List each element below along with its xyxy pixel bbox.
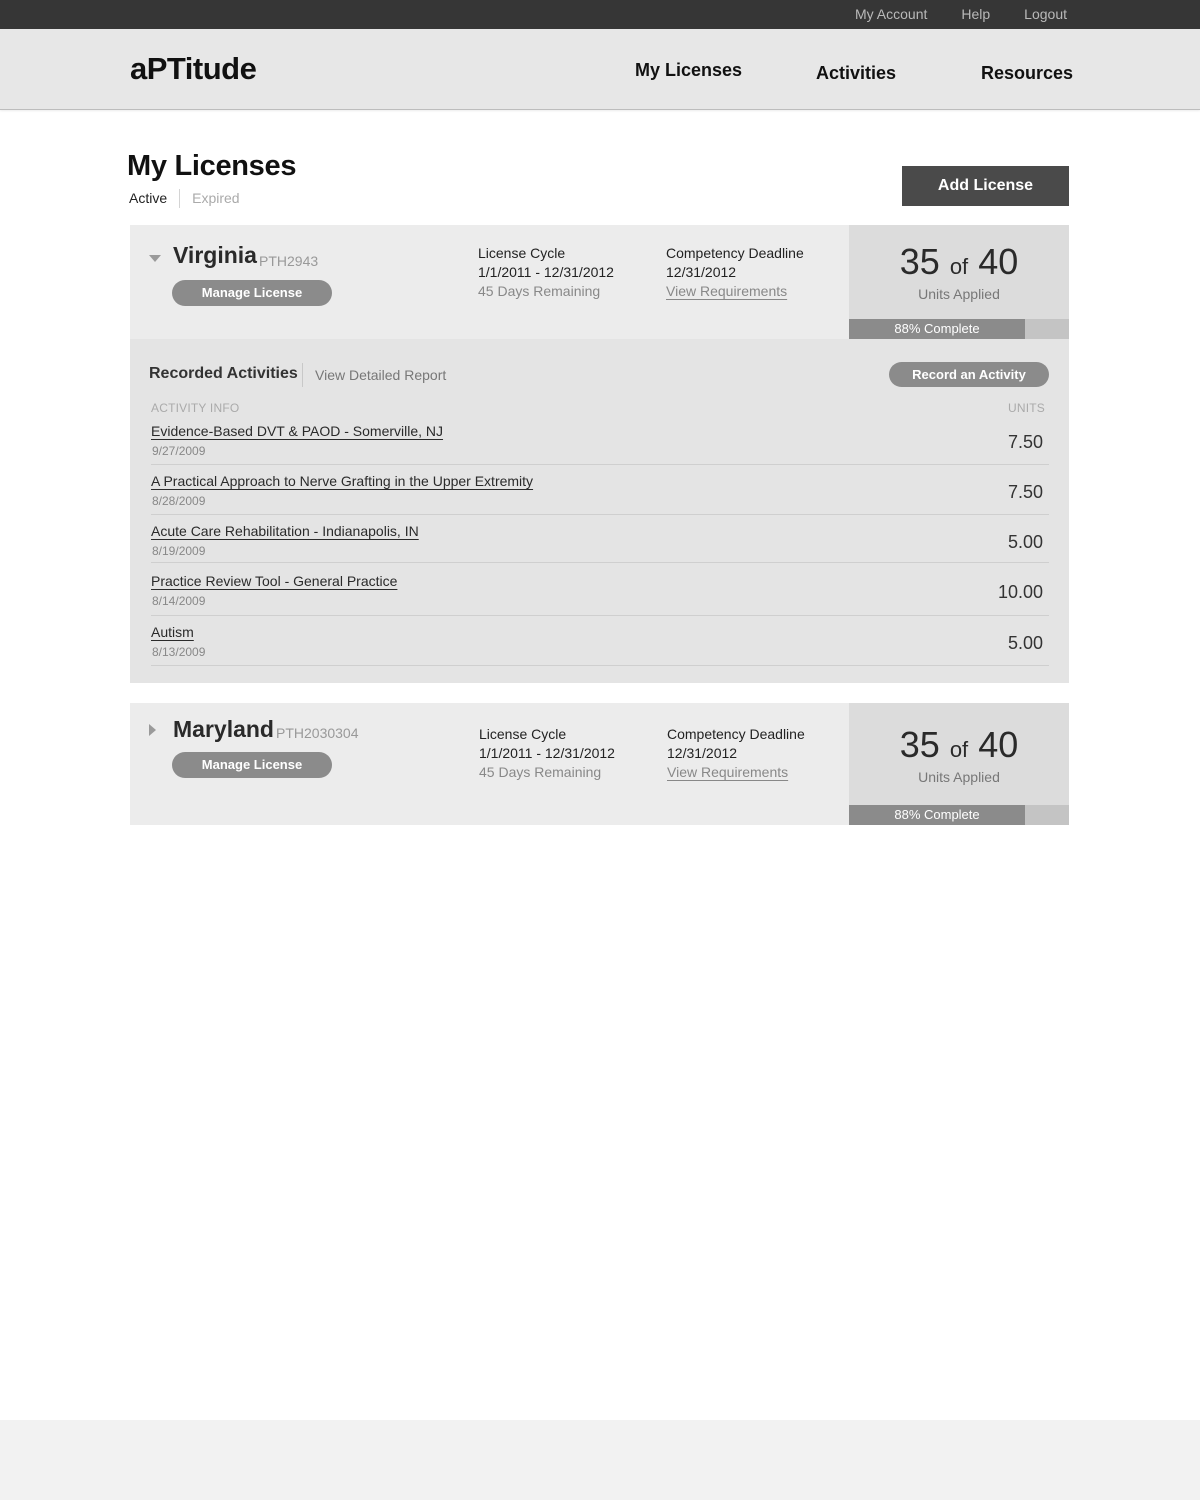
competency-deadline-info: Competency Deadline 12/31/2012 View Requ… bbox=[667, 725, 805, 782]
tab-expired[interactable]: Expired bbox=[192, 190, 239, 206]
manage-license-button[interactable]: Manage License bbox=[172, 752, 332, 778]
competency-deadline-date: 12/31/2012 bbox=[667, 745, 738, 761]
license-status-tabs: Active Expired bbox=[129, 188, 240, 208]
competency-deadline-date: 12/31/2012 bbox=[666, 264, 737, 280]
license-cycle-label: License Cycle bbox=[478, 245, 566, 261]
competency-deadline-label: Competency Deadline bbox=[666, 245, 804, 261]
units-applied-label: Units Applied bbox=[918, 769, 1000, 785]
collapse-toggle-icon[interactable] bbox=[149, 255, 161, 262]
units-applied-value: 35 bbox=[899, 724, 940, 765]
recorded-activities-title: Recorded Activities bbox=[149, 365, 298, 382]
activity-units: 5.00 bbox=[1007, 532, 1043, 552]
units-summary: 35 of 40 Units Applied 88% Complete bbox=[849, 225, 1069, 339]
activity-date: 8/13/2009 bbox=[152, 645, 206, 659]
progress-label: 88% Complete bbox=[894, 321, 980, 336]
activity-title-link[interactable]: Autism bbox=[151, 624, 194, 640]
help-link[interactable]: Help bbox=[961, 0, 990, 29]
activity-info-column-header: ACTIVITY INFO bbox=[151, 401, 240, 415]
activities-divider bbox=[302, 363, 303, 387]
competency-deadline-label: Competency Deadline bbox=[667, 726, 805, 742]
recorded-activities-panel: Recorded Activities View Detailed Report… bbox=[130, 339, 1069, 683]
tab-active[interactable]: Active bbox=[129, 190, 167, 206]
activity-row: Acute Care Rehabilitation - Indianapolis… bbox=[151, 515, 1049, 563]
activity-date: 8/14/2009 bbox=[152, 594, 206, 608]
page-title: My Licenses bbox=[127, 150, 297, 182]
view-requirements-link[interactable]: View Requirements bbox=[666, 282, 804, 301]
units-total-value: 40 bbox=[978, 724, 1019, 765]
utility-links: My Account Help Logout bbox=[821, 0, 1067, 29]
units-of-text: of bbox=[949, 737, 969, 762]
activity-units: 7.50 bbox=[1007, 482, 1043, 502]
view-requirements-link[interactable]: View Requirements bbox=[667, 763, 805, 782]
activity-date: 9/27/2009 bbox=[152, 444, 206, 458]
add-license-button[interactable]: Add License bbox=[902, 166, 1069, 206]
units-count: 35 of 40 bbox=[849, 241, 1069, 283]
tab-divider bbox=[179, 188, 181, 208]
brand-logo[interactable]: aPTitude bbox=[130, 51, 257, 87]
progress-label: 88% Complete bbox=[894, 807, 980, 822]
activity-row: Evidence-Based DVT & PAOD - Somerville, … bbox=[151, 415, 1049, 465]
license-cycle-label: License Cycle bbox=[479, 726, 567, 742]
license-state-name: Maryland bbox=[173, 716, 274, 742]
activity-date: 8/28/2009 bbox=[152, 494, 206, 508]
units-column-header: UNITS bbox=[1008, 401, 1045, 415]
license-card-virginia: Virginia PTH2943 Manage License License … bbox=[130, 225, 1069, 683]
activity-row: Practice Review Tool - General Practice … bbox=[151, 563, 1049, 616]
units-total-value: 40 bbox=[978, 241, 1019, 282]
license-cycle-info: License Cycle 1/1/2011 - 12/31/2012 45 D… bbox=[478, 244, 614, 301]
license-card-maryland: Maryland PTH2030304 Manage License Licen… bbox=[130, 703, 1069, 825]
license-number: PTH2030304 bbox=[276, 725, 359, 741]
activity-units: 10.00 bbox=[997, 582, 1043, 602]
units-count: 35 of 40 bbox=[849, 724, 1069, 766]
logout-link[interactable]: Logout bbox=[1024, 0, 1067, 29]
activity-title-link[interactable]: Practice Review Tool - General Practice bbox=[151, 573, 397, 589]
activity-units: 5.00 bbox=[1007, 633, 1043, 653]
utility-bar: My Account Help Logout bbox=[0, 0, 1200, 29]
units-applied-value: 35 bbox=[899, 241, 940, 282]
license-number: PTH2943 bbox=[259, 253, 319, 269]
activity-title-link[interactable]: Acute Care Rehabilitation - Indianapolis… bbox=[151, 523, 419, 539]
record-activity-button[interactable]: Record an Activity bbox=[889, 362, 1049, 387]
units-summary: 35 of 40 Units Applied 88% Complete bbox=[849, 703, 1069, 825]
view-detailed-report-link[interactable]: View Detailed Report bbox=[315, 367, 446, 383]
nav-resources[interactable]: Resources bbox=[981, 63, 1073, 84]
my-account-link[interactable]: My Account bbox=[855, 0, 927, 29]
activity-title-link[interactable]: Evidence-Based DVT & PAOD - Somerville, … bbox=[151, 423, 443, 439]
progress-bar: 88% Complete bbox=[849, 805, 1069, 825]
units-applied-label: Units Applied bbox=[918, 286, 1000, 302]
license-cycle-info: License Cycle 1/1/2011 - 12/31/2012 45 D… bbox=[479, 725, 615, 782]
license-cycle-dates: 1/1/2011 - 12/31/2012 bbox=[479, 745, 615, 761]
activity-row: A Practical Approach to Nerve Grafting i… bbox=[151, 465, 1049, 515]
license-cycle-dates: 1/1/2011 - 12/31/2012 bbox=[478, 264, 614, 280]
activity-units: 7.50 bbox=[1007, 432, 1043, 452]
days-remaining: 45 Days Remaining bbox=[479, 764, 602, 780]
license-summary: Maryland PTH2030304 Manage License Licen… bbox=[130, 703, 1069, 825]
nav-activities[interactable]: Activities bbox=[816, 63, 896, 84]
page-footer bbox=[0, 1420, 1200, 1500]
days-remaining: 45 Days Remaining bbox=[478, 283, 601, 299]
activity-row: Autism 8/13/2009 5.00 bbox=[151, 616, 1049, 666]
nav-my-licenses[interactable]: My Licenses bbox=[635, 60, 742, 81]
license-state-name: Virginia bbox=[173, 242, 257, 268]
main-header: aPTitude My Licenses Activities Resource… bbox=[0, 29, 1200, 110]
license-summary: Virginia PTH2943 Manage License License … bbox=[130, 225, 1069, 339]
competency-deadline-info: Competency Deadline 12/31/2012 View Requ… bbox=[666, 244, 804, 301]
activity-title-link[interactable]: A Practical Approach to Nerve Grafting i… bbox=[151, 473, 533, 489]
progress-bar: 88% Complete bbox=[849, 319, 1069, 339]
activity-date: 8/19/2009 bbox=[152, 544, 206, 558]
manage-license-button[interactable]: Manage License bbox=[172, 280, 332, 306]
expand-toggle-icon[interactable] bbox=[149, 724, 156, 736]
units-of-text: of bbox=[949, 254, 969, 279]
